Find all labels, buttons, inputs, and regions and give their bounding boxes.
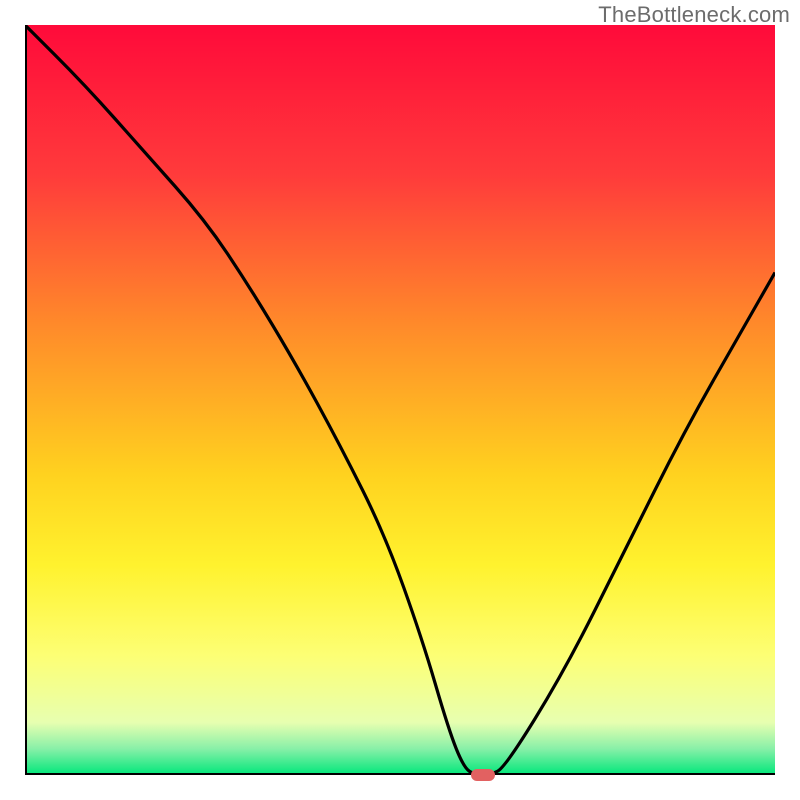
chart-container: TheBottleneck.com — [0, 0, 800, 800]
plot-area — [25, 25, 775, 775]
bottleneck-chart — [25, 25, 775, 775]
gradient-background — [25, 25, 775, 775]
optimal-marker — [471, 769, 495, 780]
